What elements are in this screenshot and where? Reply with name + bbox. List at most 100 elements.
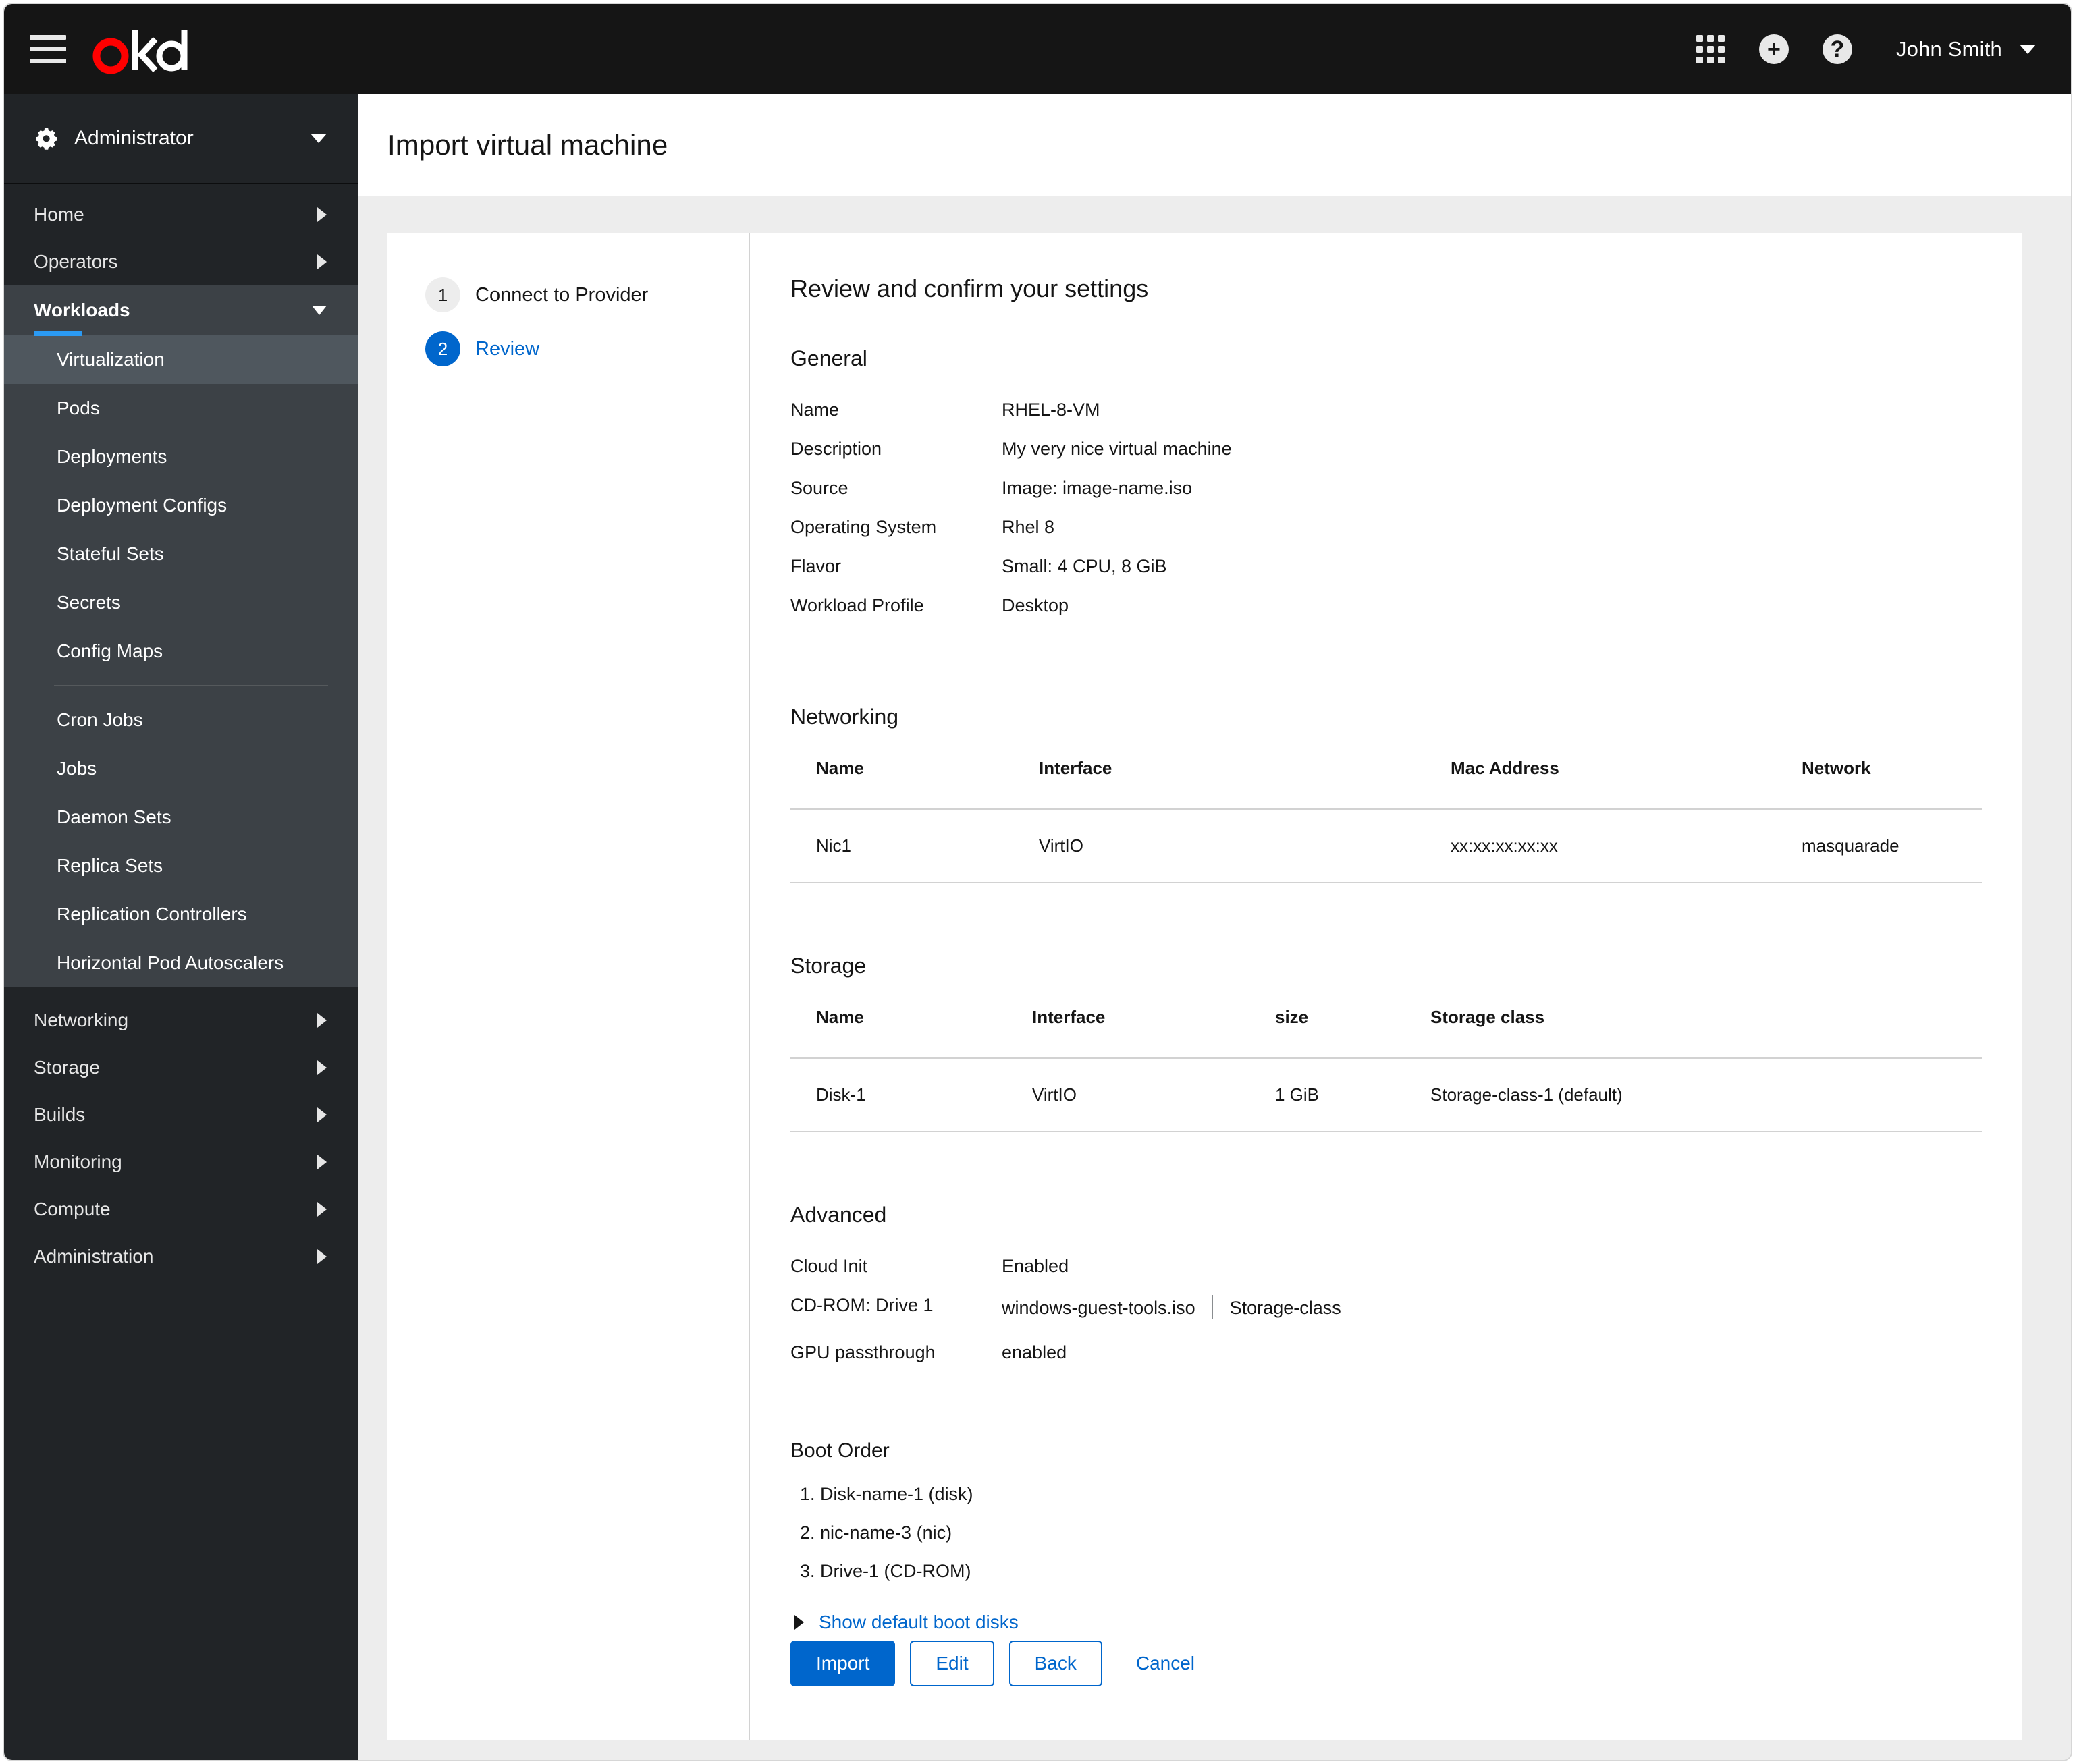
add-button[interactable]: + [1742, 18, 1806, 81]
cell-size: 1 GiB [1275, 1058, 1430, 1132]
sidebar-item-daemon-sets[interactable]: Daemon Sets [4, 793, 358, 842]
detail-value: Enabled [1002, 1256, 1069, 1276]
list-item: 2. nic-name-3 (nic) [800, 1522, 952, 1543]
detail-term: GPU passthrough [790, 1342, 936, 1362]
perspective-label: Administrator [74, 127, 194, 149]
table-header-row: Name Interface Mac Address Network [790, 758, 1982, 810]
detail-value-group: windows-guest-tools.iso Storage-class [1002, 1295, 1982, 1319]
sidebar-item-config-maps[interactable]: Config Maps [4, 627, 358, 676]
sidebar-item-stateful-sets[interactable]: Stateful Sets [4, 530, 358, 578]
column-header-interface: Interface [1039, 758, 1451, 810]
chevron-right-icon [317, 1060, 327, 1075]
detail-value: Image: image-name.iso [1002, 478, 1193, 498]
sidebar-item-cron-jobs[interactable]: Cron Jobs [4, 696, 358, 744]
detail-row: Name RHEL-8-VM [790, 399, 1982, 420]
detail-term: CD-ROM: Drive 1 [790, 1295, 934, 1315]
user-name-label: John Smith [1895, 36, 2002, 61]
detail-term: Flavor [790, 556, 842, 576]
sidebar-item-label: Storage [34, 1057, 101, 1078]
show-default-boot-disks-toggle[interactable]: Show default boot disks [790, 1611, 1982, 1633]
cdrom-storage-class: Storage-class [1229, 1298, 1341, 1318]
detail-value: Small: 4 CPU, 8 GiB [1002, 556, 1167, 576]
sidebar-item-replica-sets[interactable]: Replica Sets [4, 842, 358, 890]
sidebar-item-label: Replica Sets [57, 855, 163, 876]
detail-term: Description [790, 439, 882, 459]
sidebar-item-networking[interactable]: Networking [4, 997, 358, 1044]
sidebar-item-label: Replication Controllers [57, 904, 247, 925]
chevron-right-icon [317, 1155, 327, 1169]
chevron-right-icon [794, 1615, 804, 1630]
detail-row-cdrom: CD-ROM: Drive 1 windows-guest-tools.iso … [790, 1295, 1982, 1319]
sidebar-item-secrets[interactable]: Secrets [4, 578, 358, 627]
general-details-list: Name RHEL-8-VM Description My very nice … [790, 399, 1982, 616]
detail-term: Operating System [790, 517, 937, 537]
wizard-step-connect-to-provider[interactable]: 1 Connect to Provider [425, 277, 749, 312]
okd-logo-svg [92, 29, 188, 74]
step-number-badge: 1 [425, 277, 460, 312]
detail-term: Cloud Init [790, 1256, 868, 1276]
sidebar-item-virtualization[interactable]: Virtualization [4, 331, 358, 384]
storage-table-head: Name Interface size Storage class [790, 1007, 1982, 1059]
detail-row: Operating System Rhel 8 [790, 517, 1982, 538]
sidebar-item-label: Home [34, 204, 84, 225]
back-button[interactable]: Back [1008, 1641, 1102, 1686]
sidebar-item-operators[interactable]: Operators [4, 238, 358, 285]
sidebar-section-workloads: Workloads Virtualization Pods Deployment… [4, 285, 358, 987]
table-row: Nic1 VirtIO xx:xx:xx:xx:xx masquarade [790, 809, 1982, 883]
sidebar-item-label: Stateful Sets [57, 543, 164, 564]
sidebar-divider [54, 685, 328, 686]
help-button[interactable]: ? [1806, 18, 1869, 81]
detail-term: Source [790, 478, 848, 498]
chevron-right-icon [317, 207, 327, 222]
detail-value: enabled [1002, 1342, 1067, 1362]
sidebar-section-header-workloads[interactable]: Workloads [4, 285, 358, 335]
section-title-advanced: Advanced [790, 1203, 887, 1227]
user-menu[interactable]: John Smith [1896, 37, 2036, 61]
sidebar-item-home[interactable]: Home [4, 191, 358, 238]
detail-row: Cloud Init Enabled [790, 1256, 1982, 1277]
chevron-right-icon [317, 1013, 327, 1028]
sidebar-item-pods[interactable]: Pods [4, 384, 358, 433]
review-heading: Review and confirm your settings [790, 275, 1149, 302]
cancel-button[interactable]: Cancel [1117, 1642, 1214, 1685]
sidebar-item-storage[interactable]: Storage [4, 1044, 358, 1091]
wizard-step-review[interactable]: 2 Review [425, 331, 749, 366]
sidebar-item-jobs[interactable]: Jobs [4, 744, 358, 793]
sidebar-item-label: Networking [34, 1010, 129, 1030]
sidebar-item-label: Virtualization [57, 349, 165, 370]
masthead: + ? John Smith [4, 4, 2071, 94]
apps-launcher-button[interactable] [1679, 18, 1742, 81]
detail-term: Workload Profile [790, 595, 924, 615]
chevron-down-icon [312, 306, 327, 315]
sidebar-item-compute[interactable]: Compute [4, 1186, 358, 1233]
step-number-badge: 2 [425, 331, 460, 366]
cell-name: Disk-1 [790, 1058, 1032, 1132]
detail-value: Desktop [1002, 595, 1069, 615]
sidebar-item-monitoring[interactable]: Monitoring [4, 1138, 358, 1186]
browser-page-frame: + ? John Smith Administrator Home Operat… [3, 3, 2072, 1761]
table-row: Disk-1 VirtIO 1 GiB Storage-class-1 (def… [790, 1058, 1982, 1132]
sidebar-item-deployments[interactable]: Deployments [4, 433, 358, 481]
detail-row: Source Image: image-name.iso [790, 478, 1982, 499]
sidebar-item-horizontal-pod-autoscalers[interactable]: Horizontal Pod Autoscalers [4, 939, 358, 987]
hamburger-menu-icon[interactable] [30, 34, 66, 63]
sidebar-item-administration[interactable]: Administration [4, 1233, 358, 1280]
sidebar-item-builds[interactable]: Builds [4, 1091, 358, 1138]
sidebar-item-replication-controllers[interactable]: Replication Controllers [4, 890, 358, 939]
chevron-right-icon [317, 1249, 327, 1264]
sidebar-item-deployment-configs[interactable]: Deployment Configs [4, 481, 358, 530]
plus-circle-icon: + [1758, 34, 1789, 64]
edit-button[interactable]: Edit [910, 1641, 994, 1686]
okd-logo[interactable] [90, 4, 190, 94]
import-button[interactable]: Import [790, 1641, 896, 1686]
masthead-toolbar: + ? John Smith [1679, 18, 2071, 81]
sidebar-item-label: Deployment Configs [57, 495, 227, 516]
cell-interface: VirtIO [1039, 809, 1451, 883]
sidebar-item-label: Config Maps [57, 640, 163, 661]
wizard-footer-actions: Import Edit Back Cancel [790, 1641, 1214, 1686]
column-header-name: Name [790, 758, 1039, 810]
perspective-switcher[interactable]: Administrator [4, 94, 358, 184]
cell-network: masquarade [1802, 809, 1982, 883]
column-header-name: Name [790, 1007, 1032, 1059]
